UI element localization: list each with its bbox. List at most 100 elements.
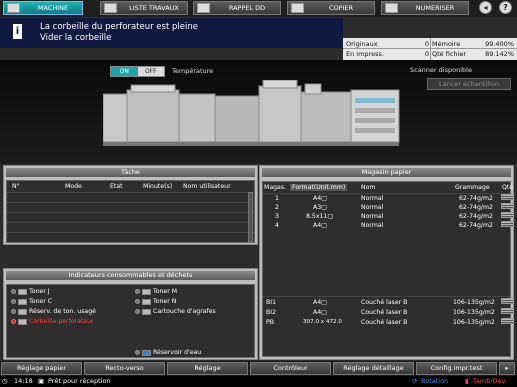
tray-row-bi2[interactable]: BI2 A4▢ Couché laser B 106-135g/m2 <box>263 308 514 317</box>
help-icon[interactable]: ? <box>499 1 512 14</box>
tray-row-pb[interactable]: PB 307.0 x 472.0 Couché laser B 106-135g… <box>263 318 514 327</box>
controleur-button[interactable]: Contrôleur <box>250 362 331 375</box>
paper-level <box>501 203 514 209</box>
tab-copier[interactable]: COPIER <box>287 1 375 15</box>
hdd-icon <box>197 3 210 13</box>
magasin-panel: Magasin papier Magas. Format(Unit.mm) No… <box>259 165 514 360</box>
toggle-on[interactable]: ON <box>111 67 138 76</box>
consommables-title: Indicateurs consommables et déchets <box>6 271 255 280</box>
tray-row-1[interactable]: 1 A4▢ Normal 62-74g/m2 <box>263 194 514 203</box>
fichier-label: Qté fichier <box>432 50 466 58</box>
tray-row-4[interactable]: 4 A4▢ Normal 62-74g/m2 <box>263 221 514 230</box>
impress-label: En impress. <box>346 50 384 58</box>
header-spacer <box>343 18 517 38</box>
toner-n[interactable]: Toner N <box>135 298 176 305</box>
toner-icon <box>18 298 27 305</box>
paper-level <box>501 318 514 324</box>
tab-rappel-dd[interactable]: RAPPEL DD <box>193 1 281 15</box>
job-list-icon <box>104 3 117 13</box>
paper-level <box>501 308 514 314</box>
tab-numeriser-label: NUMERISER <box>415 4 455 12</box>
recto-verso-button[interactable]: Recto-verso <box>84 362 165 375</box>
col-minutes: Minute(s) <box>143 183 173 190</box>
water-tank[interactable]: Réservoir d'eau <box>135 349 201 356</box>
col-nom: Nom <box>361 184 376 191</box>
tab-machine[interactable]: MACHINE <box>3 1 83 15</box>
machine-icon <box>7 3 20 13</box>
consommables-panel: Indicateurs consommables et déchets Tone… <box>3 268 258 360</box>
toner-icon <box>142 288 151 295</box>
tab-copier-label: COPIER <box>328 4 354 12</box>
scanner-status: Scanner disponible <box>410 66 472 74</box>
tache-list[interactable]: N° Mode Etat Minute(s) Nom utilisateur <box>6 180 255 243</box>
config-impr-test-button[interactable]: Config.impr.test <box>416 362 497 375</box>
toner-c[interactable]: Toner C <box>11 298 52 305</box>
tache-panel: Tâche N° Mode Etat Minute(s) Nom utilisa… <box>3 165 258 245</box>
waste-toner-icon <box>18 308 27 315</box>
col-mode: Mode <box>65 183 82 190</box>
toner-icon <box>142 298 151 305</box>
paper-level <box>501 194 514 200</box>
staple-cartridge[interactable]: Cartouche d'agrafes <box>135 308 216 315</box>
punch-waste[interactable]: Corbeille perforateur <box>11 318 94 325</box>
col-no: N° <box>12 183 20 190</box>
reglage-papier-button[interactable]: Réglage papier <box>1 362 82 375</box>
col-etat: Etat <box>110 183 123 190</box>
info-icon: i <box>13 24 22 39</box>
impress-value: 0 <box>424 50 429 58</box>
col-qte: Qté <box>502 184 514 191</box>
water-tank-icon <box>142 349 151 356</box>
tray-row-3[interactable]: 3 8.5x11▢ Normal 62-74g/m2 <box>263 212 514 221</box>
clock-icon: ◷ <box>2 377 8 385</box>
copy-icon <box>291 3 304 13</box>
waste-toner[interactable]: Réserv. de ton. usagé <box>11 308 96 315</box>
tray-row-2[interactable]: 2 A3▢ Normal 62-74g/m2 <box>263 203 514 212</box>
scan-icon <box>385 3 398 13</box>
paper-level <box>501 212 514 218</box>
paper-level <box>501 298 514 304</box>
toggle-off[interactable]: OFF <box>137 67 164 76</box>
magasin-title: Magasin papier <box>262 168 511 177</box>
status-message: Prêt pour réception <box>48 377 111 385</box>
tray-list: Magas. Format(Unit.mm) Nom Grammage Qté … <box>262 181 514 357</box>
tab-rappel-dd-label: RAPPEL DD <box>228 4 266 12</box>
ready-icon: ▣ <box>38 377 45 385</box>
bottom-button-bar: Réglage papier Recto-verso Réglage Contr… <box>0 361 517 376</box>
alert-message-line1: La corbeille du perforateur est pleine <box>40 22 198 32</box>
col-user: Nom utilisateur <box>183 183 231 190</box>
toner-j[interactable]: Toner J <box>11 288 50 295</box>
machine-status-area: ON OFF Température Scanner disponible La… <box>0 60 517 164</box>
printer-illustration[interactable] <box>103 80 403 150</box>
rotation-icon: ⟳ <box>412 377 418 385</box>
alert-message-line2: Vider la corbeille <box>40 33 112 43</box>
volume-icon[interactable]: ◂ <box>479 1 492 14</box>
counters-panel: Originaux 0 Mémoire 99.400% En impress. … <box>343 38 517 60</box>
temperature-toggle[interactable]: ON OFF <box>110 66 165 77</box>
sample-print-button[interactable]: Lancer échantillon <box>427 78 511 90</box>
col-grammage: Grammage <box>455 184 490 191</box>
tamb-icon: ▮ <box>465 377 469 385</box>
tab-numeriser[interactable]: NUMERISER <box>381 1 469 15</box>
tab-machine-label: MACHINE <box>37 4 69 12</box>
paper-level <box>501 221 514 227</box>
temperature-label: Température <box>172 67 214 75</box>
toner-m[interactable]: Toner M <box>135 288 177 295</box>
tray-row-bi1[interactable]: BI1 A4▢ Couché laser B 106-135g/m2 <box>263 298 514 307</box>
tache-scrollbar[interactable] <box>248 192 253 242</box>
consommables-list: Toner J Toner M Toner C Toner N Réserv. … <box>6 284 255 358</box>
tamb-label: Tamb/Dév. <box>473 377 507 385</box>
status-bar: ◷ 14:18 ▣ Prêt pour réception ⟳ Rotation… <box>0 376 517 387</box>
col-magas: Magas. <box>264 184 287 191</box>
fichier-value: 89.142% <box>485 50 514 58</box>
rotation-label: Rotation <box>421 377 449 385</box>
col-format: Format(Unit.mm) <box>290 184 348 191</box>
reglage-detaillage-button[interactable]: Réglage détaillage <box>333 362 414 375</box>
tache-title: Tâche <box>6 168 255 177</box>
staple-icon <box>142 308 151 315</box>
punch-icon <box>18 318 27 325</box>
top-tab-bar: MACHINE LISTE TRAVAUX RAPPEL DD COPIER N… <box>0 0 517 17</box>
next-page-button[interactable]: ▸ <box>499 362 515 375</box>
tab-liste-travaux[interactable]: LISTE TRAVAUX <box>100 1 188 15</box>
reglage-button[interactable]: Réglage <box>167 362 248 375</box>
status-time: 14:18 <box>14 377 33 385</box>
